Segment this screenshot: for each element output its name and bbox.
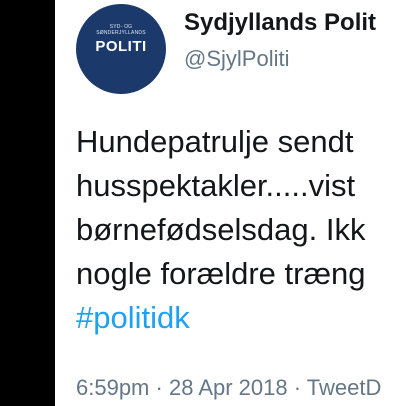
meta-separator: · [287,375,307,400]
tweet-line-4: nogle forældre træng [76,256,366,291]
tweet-line-2: husspektakler.....vist [76,168,356,203]
hashtag-link[interactable]: #politidk [76,296,406,340]
avatar-logo-subtitle: SYD- OG SØNDERJYLLANDS [76,24,166,36]
police-logo-icon: POLITI [95,38,147,55]
meta-separator: · [149,375,169,400]
tweet-source[interactable]: TweetD [307,375,382,400]
avatar-logo-line-2: SØNDERJYLLANDS [96,30,146,36]
avatar[interactable]: SYD- OG SØNDERJYLLANDS POLITI [76,4,166,94]
tweet-card: SYD- OG SØNDERJYLLANDS POLITI Sydjylland… [55,0,406,406]
author-handle[interactable]: @SjylPoliti [184,45,289,73]
tweet-date[interactable]: 28 Apr 2018 [169,375,288,400]
tweet-text: Hundepatrulje sendt husspektakler.....vi… [76,120,406,340]
tweet-line-3: børnefødselsdag. Ikk [76,212,366,247]
author-name[interactable]: Sydjyllands Polit [184,8,376,38]
tweet-line-1: Hundepatrulje sendt [76,124,354,159]
screenshot-canvas: SYD- OG SØNDERJYLLANDS POLITI Sydjylland… [0,0,406,406]
tweet-meta: 6:59pm · 28 Apr 2018 · TweetD [76,374,381,402]
tweet-time[interactable]: 6:59pm [76,375,149,400]
